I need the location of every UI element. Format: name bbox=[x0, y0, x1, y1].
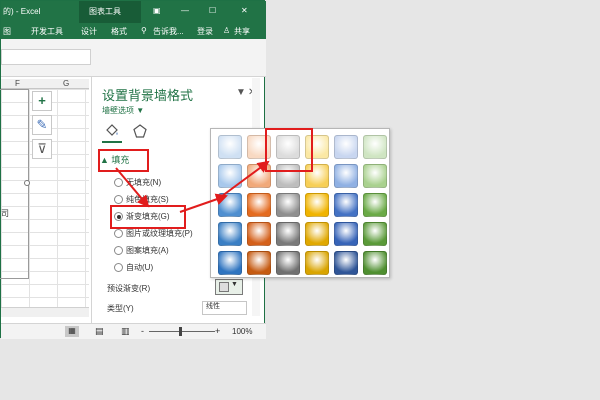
close-button[interactable]: ✕ bbox=[241, 6, 248, 15]
preset-gradient-gallery bbox=[210, 128, 390, 278]
radio-button[interactable] bbox=[114, 178, 123, 188]
tab-design[interactable]: 设计 bbox=[81, 26, 97, 37]
gradient-swatch[interactable] bbox=[276, 193, 300, 217]
chart-tools-label: 图表工具 bbox=[89, 7, 121, 16]
selected-swatch-highlight bbox=[265, 128, 313, 172]
wall-options-dropdown[interactable]: 墙壁选项 ▼ bbox=[102, 105, 144, 116]
gradient-swatch[interactable] bbox=[218, 222, 242, 246]
page-layout-icon[interactable]: ▤ bbox=[95, 326, 104, 337]
chart-filter-button[interactable]: ⊽ bbox=[32, 139, 52, 159]
gradient-swatch[interactable] bbox=[363, 135, 387, 159]
gradient-swatch[interactable] bbox=[276, 222, 300, 246]
option-label: 图案填充(A) bbox=[126, 246, 169, 255]
gradient-swatch[interactable] bbox=[247, 251, 271, 275]
gradient-swatch[interactable] bbox=[334, 135, 358, 159]
ribbon-display-icon[interactable]: ▣ bbox=[153, 6, 161, 15]
pane-options-button[interactable]: ▼ bbox=[236, 87, 246, 98]
option-label: 纯色填充(S) bbox=[126, 195, 169, 204]
chart-elements-button[interactable]: + bbox=[32, 91, 52, 111]
effects-pentagon-icon[interactable] bbox=[132, 123, 148, 139]
gradient-swatch[interactable] bbox=[334, 193, 358, 217]
gradient-type-select[interactable]: 线性 bbox=[202, 301, 247, 315]
tab-view[interactable]: 图 bbox=[3, 26, 11, 37]
gradient-type-label: 类型(Y) bbox=[107, 304, 134, 313]
gradient-swatch[interactable] bbox=[218, 135, 242, 159]
picture-texture-fill-option[interactable]: 图片或纹理填充(P) bbox=[114, 228, 193, 242]
title-bar: 的) - Excel 图表工具 ▣ — ☐ ✕ bbox=[1, 1, 266, 23]
gradient-swatch[interactable] bbox=[247, 193, 271, 217]
radio-button[interactable] bbox=[114, 263, 123, 273]
zoom-in-button[interactable]: + bbox=[215, 326, 220, 336]
chart-side-buttons: + ✎ ⊽ bbox=[32, 89, 58, 169]
chart-axis-text: 司 bbox=[1, 209, 9, 218]
status-bar: ▦ ▤ ▥ - + 100% bbox=[1, 323, 266, 339]
gradient-swatch[interactable] bbox=[305, 251, 329, 275]
gradient-preview-icon bbox=[219, 282, 229, 292]
zoom-slider[interactable] bbox=[149, 331, 215, 332]
lightbulb-icon[interactable]: ⚲ bbox=[141, 26, 147, 35]
gradient-swatch[interactable] bbox=[363, 164, 387, 188]
gradient-swatch[interactable] bbox=[247, 222, 271, 246]
gradient-type-value: 线性 bbox=[206, 303, 220, 310]
tab-format[interactable]: 格式 bbox=[111, 26, 127, 37]
gradient-swatch[interactable] bbox=[305, 222, 329, 246]
zoom-out-button[interactable]: - bbox=[141, 326, 144, 336]
chart-area[interactable]: 司 bbox=[0, 89, 30, 279]
fill-line-icon[interactable] bbox=[104, 123, 120, 139]
preset-gradients-label: 预设渐变(R) bbox=[107, 284, 151, 293]
gradient-fill-highlight bbox=[110, 205, 186, 229]
gradient-swatch[interactable] bbox=[218, 251, 242, 275]
gradient-swatch[interactable] bbox=[218, 164, 242, 188]
login-link[interactable]: 登录 bbox=[197, 26, 213, 37]
window-title: 的) - Excel bbox=[3, 7, 41, 16]
maximize-button[interactable]: ☐ bbox=[209, 6, 216, 15]
gradient-swatch[interactable] bbox=[334, 164, 358, 188]
chart-styles-button[interactable]: ✎ bbox=[32, 115, 52, 135]
gradient-swatch[interactable] bbox=[305, 193, 329, 217]
zoom-slider-thumb[interactable] bbox=[179, 327, 182, 336]
user-icon[interactable]: ♙ bbox=[223, 26, 230, 35]
gradient-swatch[interactable] bbox=[276, 251, 300, 275]
option-label: 自动(U) bbox=[126, 263, 154, 272]
no-fill-option[interactable]: 无填充(N) bbox=[114, 177, 161, 191]
gradient-swatch[interactable] bbox=[363, 222, 387, 246]
column-headers: F G bbox=[1, 79, 89, 89]
gradient-swatch[interactable] bbox=[334, 251, 358, 275]
minimize-button[interactable]: — bbox=[181, 6, 189, 15]
gradient-swatch[interactable] bbox=[363, 251, 387, 275]
gradient-swatch[interactable] bbox=[334, 222, 358, 246]
page-break-icon[interactable]: ▥ bbox=[121, 326, 130, 337]
chart-tools-tab[interactable]: 图表工具 bbox=[79, 1, 141, 23]
option-label: 图片或纹理填充(P) bbox=[126, 229, 193, 238]
preset-gradients-dropdown[interactable]: ▼ bbox=[215, 279, 243, 295]
chevron-down-icon: ▼ bbox=[231, 281, 238, 288]
fill-header-highlight bbox=[98, 149, 149, 172]
tab-developer[interactable]: 开发工具 bbox=[31, 26, 63, 37]
radio-button[interactable] bbox=[114, 246, 123, 256]
gradient-swatch[interactable] bbox=[363, 193, 387, 217]
radio-button[interactable] bbox=[114, 229, 123, 239]
column-g-header[interactable]: G bbox=[63, 79, 69, 88]
column-f-header[interactable]: F bbox=[15, 79, 20, 88]
share-button[interactable]: 共享 bbox=[234, 26, 250, 37]
automatic-fill-option[interactable]: 自动(U) bbox=[114, 262, 153, 276]
active-tab-indicator bbox=[102, 141, 122, 143]
zoom-level[interactable]: 100% bbox=[232, 327, 252, 336]
pattern-fill-option[interactable]: 图案填充(A) bbox=[114, 245, 169, 259]
formula-bar[interactable] bbox=[1, 49, 91, 65]
option-label: 无填充(N) bbox=[126, 178, 162, 187]
ribbon-tabs: 图 开发工具 设计 格式 ⚲ 告诉我... 登录 ♙ 共享 bbox=[1, 23, 266, 39]
normal-view-icon[interactable]: ▦ bbox=[65, 326, 79, 337]
pane-title: 设置背景墙格式 bbox=[102, 88, 194, 103]
tell-me-search[interactable]: 告诉我... bbox=[153, 26, 184, 37]
chart-resize-handle[interactable] bbox=[24, 180, 30, 186]
horizontal-scrollbar[interactable] bbox=[1, 307, 89, 317]
gradient-swatch[interactable] bbox=[218, 193, 242, 217]
radio-button[interactable] bbox=[114, 195, 123, 205]
